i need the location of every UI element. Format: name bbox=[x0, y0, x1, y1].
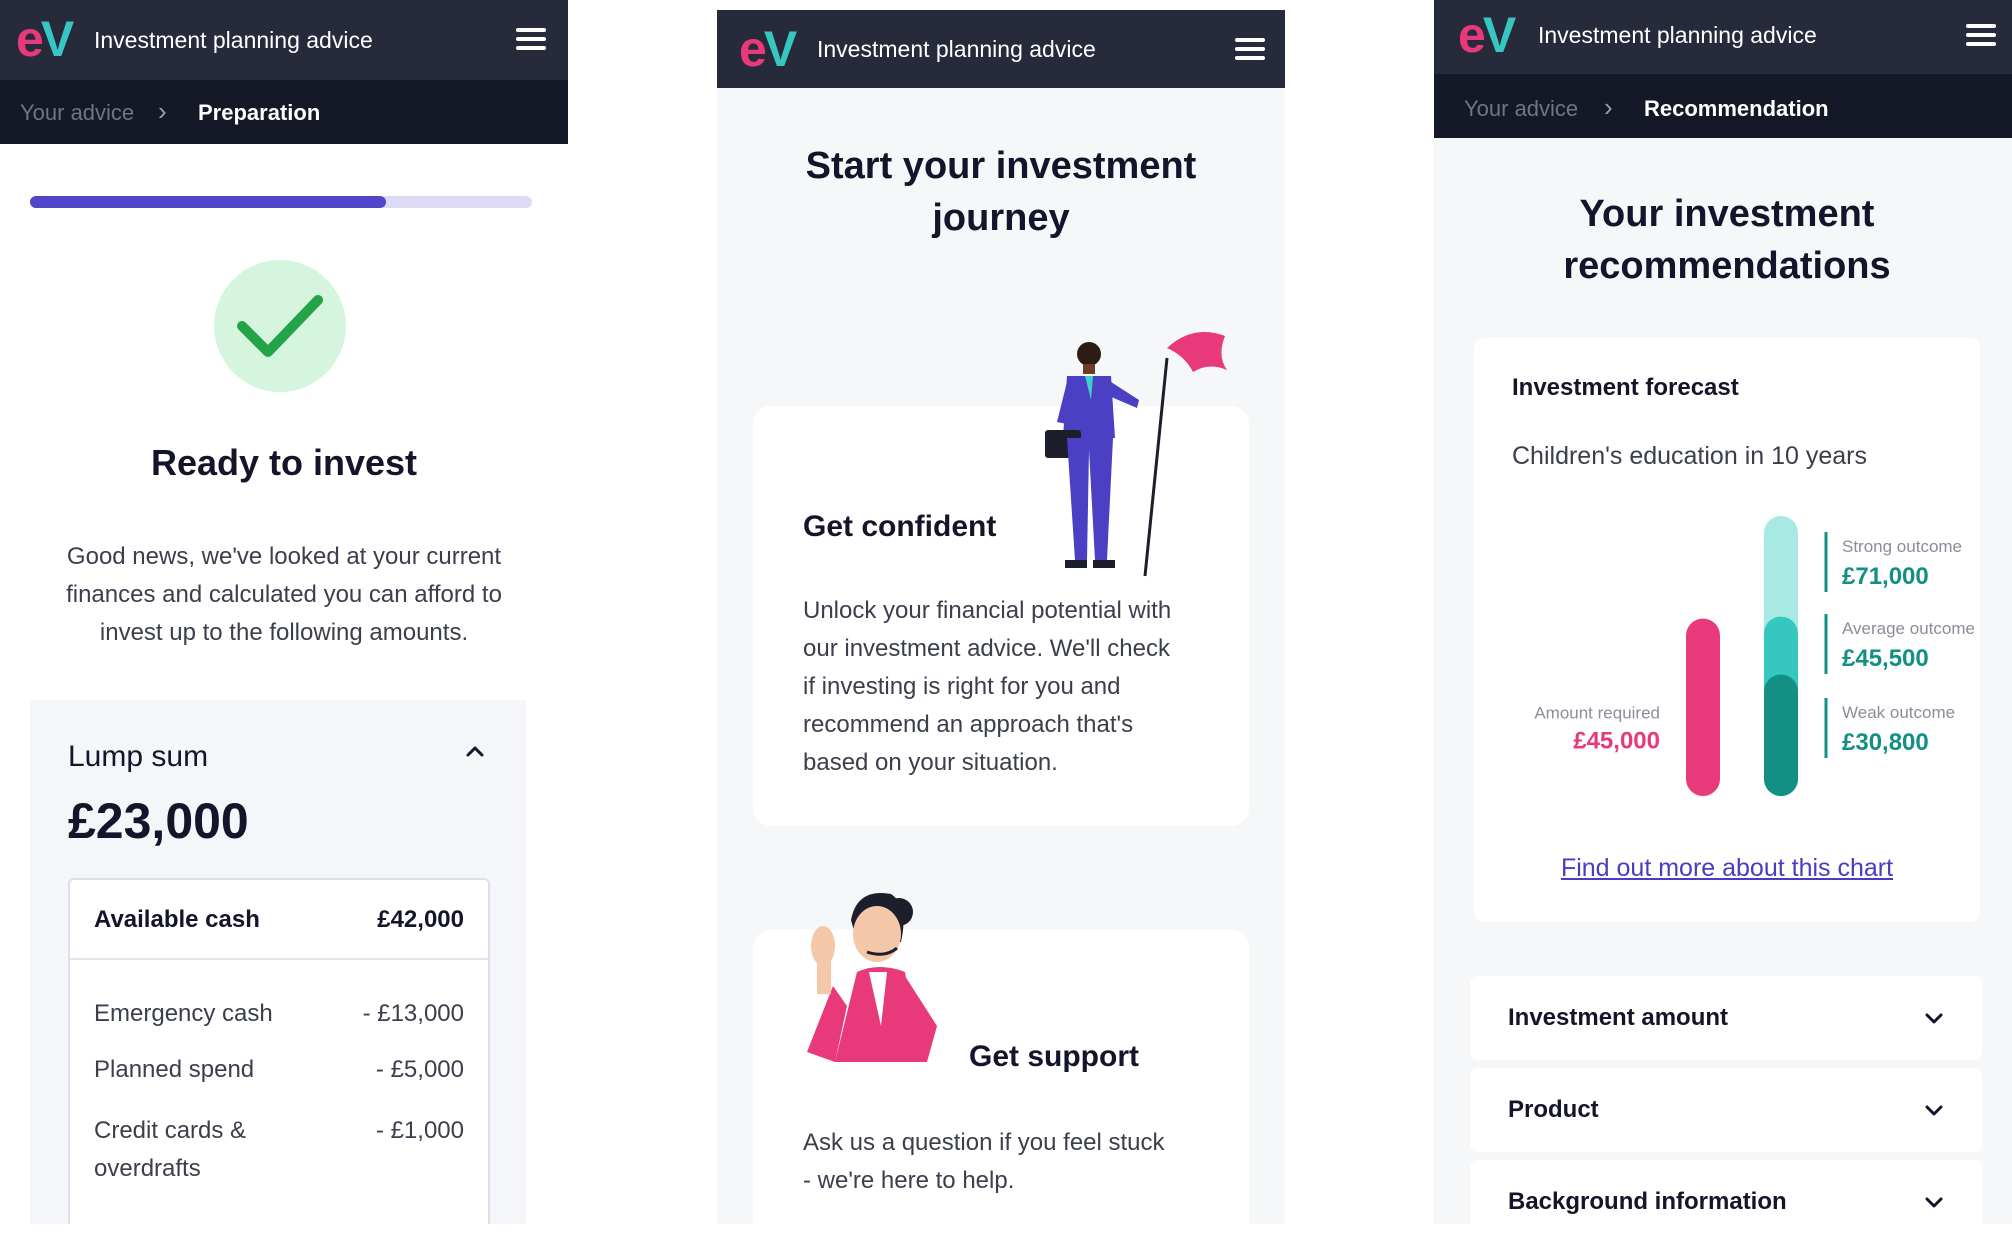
lump-sum-amount: £23,000 bbox=[68, 793, 249, 849]
label-average-outcome: Average outcome bbox=[1842, 619, 1975, 638]
screen-start-journey: eV Investment planning advice Start your… bbox=[717, 10, 1285, 1224]
breadcrumb: Your advice › Recommendation bbox=[1434, 74, 2012, 138]
app-title: Investment planning advice bbox=[1538, 22, 1817, 48]
bar-weak-outcome bbox=[1764, 674, 1798, 796]
menu-icon[interactable] bbox=[516, 28, 546, 50]
accordion-label: Investment amount bbox=[1508, 1004, 1729, 1031]
chevron-down-icon bbox=[1925, 1197, 1943, 1208]
label-strong-outcome: Strong outcome bbox=[1842, 537, 1962, 556]
chevron-right-icon: › bbox=[158, 96, 167, 126]
app-title: Investment planning advice bbox=[817, 36, 1096, 62]
deduction-label: Credit cards & overdrafts bbox=[94, 1117, 247, 1182]
page-heading: Your investment recommendations bbox=[1563, 193, 1891, 287]
value-weak-outcome: £30,800 bbox=[1842, 729, 1929, 756]
progress-track bbox=[30, 196, 532, 208]
available-cash-value: £42,000 bbox=[377, 906, 464, 933]
forecast-card: Investment forecast Children's education… bbox=[1474, 338, 1980, 922]
accordion-background-information[interactable]: Background information bbox=[1470, 1160, 1982, 1224]
accordion-label: Background information bbox=[1508, 1188, 1787, 1215]
accordion-investment-amount[interactable]: Investment amount bbox=[1470, 976, 1982, 1060]
breadcrumb: Your advice › Preparation bbox=[0, 80, 568, 144]
divider bbox=[70, 958, 488, 960]
label-amount-required: Amount required bbox=[1534, 704, 1660, 723]
success-badge bbox=[214, 260, 346, 392]
breadcrumb-your-advice[interactable]: Your advice bbox=[20, 100, 134, 126]
accordion-product[interactable]: Product bbox=[1470, 1068, 1982, 1152]
card-title: Get support bbox=[969, 1040, 1139, 1073]
menu-icon[interactable] bbox=[1966, 24, 1996, 46]
screen-preparation: eV Investment planning advice Your advic… bbox=[0, 0, 568, 1224]
page-heading: Ready to invest bbox=[150, 442, 418, 483]
deduction-value: - £5,000 bbox=[375, 1056, 464, 1083]
forecast-subtitle: Children's education in 10 years bbox=[1512, 442, 1867, 470]
progress-fill bbox=[30, 196, 387, 208]
value-strong-outcome: £71,000 bbox=[1842, 563, 1929, 590]
deduction-label: Emergency cash bbox=[94, 1000, 273, 1027]
page-heading: Start your investment journey bbox=[805, 145, 1197, 239]
support-agent-illustration bbox=[807, 893, 937, 1062]
chevron-down-icon bbox=[1925, 1013, 1943, 1024]
breakdown-table: Available cash £42,000 Emergency cash - … bbox=[68, 878, 490, 1224]
value-amount-required: £45,000 bbox=[1573, 728, 1660, 755]
chart-info-link[interactable]: Find out more about this chart bbox=[1474, 854, 1980, 883]
forecast-title: Investment forecast bbox=[1512, 374, 1739, 401]
chevron-right-icon: › bbox=[1604, 92, 1613, 122]
brand-logo[interactable]: eV bbox=[1458, 10, 1516, 60]
deduction-label: Planned spend bbox=[94, 1056, 255, 1083]
lump-sum-panel: Lump sum £23,000 Available cash £42,000 … bbox=[30, 700, 526, 1224]
deduction-value: - £1,000 bbox=[375, 1117, 464, 1144]
check-icon bbox=[237, 295, 323, 357]
breadcrumb-current: Recommendation bbox=[1644, 96, 1829, 121]
screen-recommendation: eV Investment planning advice Your advic… bbox=[1434, 0, 2012, 1224]
breadcrumb-current: Preparation bbox=[198, 100, 321, 125]
card-text: Unlock your financial potential with our… bbox=[803, 597, 1172, 776]
app-title: Investment planning advice bbox=[94, 27, 373, 53]
card-title: Get confident bbox=[803, 510, 997, 543]
label-weak-outcome: Weak outcome bbox=[1842, 703, 1955, 722]
menu-icon[interactable] bbox=[1235, 38, 1265, 60]
value-average-outcome: £45,500 bbox=[1842, 645, 1929, 672]
bar-amount-required bbox=[1686, 618, 1720, 796]
available-cash-label: Available cash bbox=[94, 906, 260, 933]
card-text: Ask us a question if you feel stuck - we… bbox=[803, 1129, 1165, 1194]
intro-text: Good news, we've looked at your current … bbox=[66, 543, 502, 646]
top-navbar: eV Investment planning advice bbox=[717, 10, 1285, 88]
deduction-value: - £13,000 bbox=[362, 1000, 464, 1027]
top-navbar: eV Investment planning advice bbox=[1434, 0, 2012, 74]
lump-sum-label: Lump sum bbox=[68, 740, 209, 773]
chevron-up-icon[interactable] bbox=[460, 736, 490, 766]
accordion-label: Product bbox=[1508, 1096, 1599, 1123]
forecast-chart: Amount required £45,000 Strong outcome £71,… bbox=[1534, 516, 1975, 796]
brand-logo[interactable]: eV bbox=[16, 14, 74, 64]
breadcrumb-your-advice[interactable]: Your advice bbox=[1464, 96, 1578, 122]
chevron-down-icon bbox=[1925, 1105, 1943, 1116]
brand-logo[interactable]: eV bbox=[739, 24, 797, 74]
top-navbar: eV Investment planning advice bbox=[0, 0, 568, 80]
businessman-flag-illustration bbox=[1045, 332, 1227, 577]
